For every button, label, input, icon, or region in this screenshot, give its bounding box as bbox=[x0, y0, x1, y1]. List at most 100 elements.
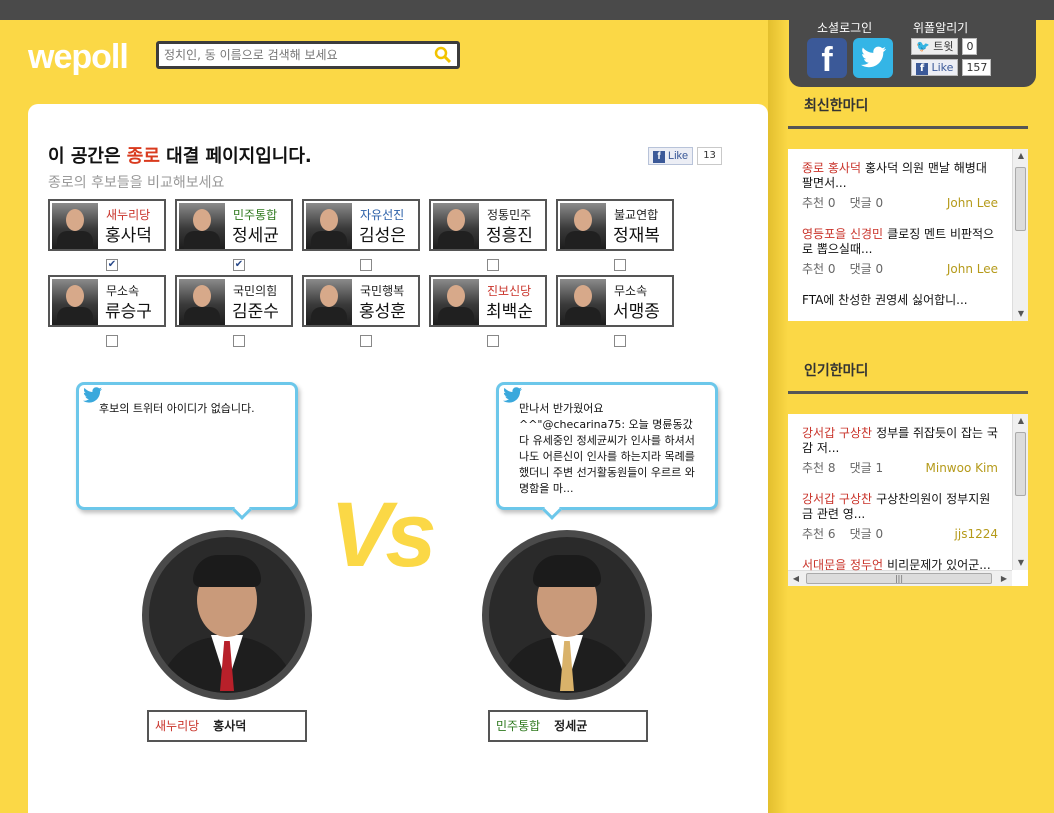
candidate-name: 정세균 bbox=[554, 719, 588, 733]
candidate-name: 홍성훈 bbox=[359, 302, 406, 322]
popular-comments-feed[interactable]: ▲ ▼ ◀ ||| ▶ 강서갑 구상찬 정부를 쥐잡듯이 잡는 국감 저... 추천… bbox=[788, 414, 1028, 586]
comment-target[interactable]: 영등포을 신경민 bbox=[802, 227, 883, 241]
social-panel: 소셜로그인 위폴알리기 f 🐦 트윗 0 f Like 157 bbox=[789, 12, 1036, 87]
candidate-card[interactable]: 무소속 류승구 bbox=[48, 275, 166, 327]
vertical-scrollbar[interactable]: ▲ ▼ bbox=[1012, 149, 1028, 321]
comment-text[interactable]: FTA에 찬성한 권영세 싫어합니... bbox=[802, 293, 998, 308]
left-candidate-portrait[interactable] bbox=[142, 530, 312, 700]
comment-target[interactable]: 서대문을 정두언 bbox=[802, 558, 883, 572]
candidate-card[interactable]: 국민의힘 김준수 bbox=[175, 275, 293, 327]
left-tweet-text: 후보의 트위터 아이디가 없습니다. bbox=[99, 402, 255, 415]
vertical-scrollbar[interactable]: ▲ ▼ bbox=[1012, 414, 1028, 570]
candidate-name: 정흥진 bbox=[486, 226, 533, 246]
comment-item[interactable]: 강서갑 구상찬 정부를 쥐잡듯이 잡는 국감 저... 추천 8 댓글 1 Minwoo… bbox=[802, 426, 998, 476]
tweet-widget[interactable]: 🐦 트윗 0 bbox=[911, 38, 978, 55]
comment-target[interactable]: 강서갑 구상찬 bbox=[802, 492, 872, 506]
twitter-login-icon[interactable] bbox=[853, 38, 893, 78]
candidate-card[interactable]: 무소속 서맹종 bbox=[556, 275, 674, 327]
scroll-left-arrow[interactable]: ◀ bbox=[788, 571, 804, 586]
comment-item[interactable]: 강서갑 구상찬 구상찬의원이 정부지원금 관련 영... 추천 6 댓글 0 jjs12… bbox=[802, 492, 998, 542]
comment-item[interactable]: 종로 홍사덕 홍사덕 의원 맨날 해병대 팔면서... 추천 0 댓글 0 John L… bbox=[802, 161, 998, 211]
candidate-card[interactable]: 국민행복 홍성훈 bbox=[302, 275, 420, 327]
candidate-card[interactable]: 자유선진 김성은 bbox=[302, 199, 420, 251]
scroll-up-arrow[interactable]: ▲ bbox=[1013, 149, 1028, 163]
photo-suit bbox=[565, 307, 601, 325]
like-widget[interactable]: f Like 157 bbox=[911, 59, 992, 76]
candidate-card[interactable]: 정통민주 정흥진 bbox=[429, 199, 547, 251]
facebook-like-button[interactable]: f Like bbox=[911, 59, 959, 76]
region-name: 종로 bbox=[126, 146, 160, 167]
comment-item[interactable]: FTA에 찬성한 권영세 싫어합니... bbox=[802, 293, 998, 308]
scroll-down-arrow[interactable]: ▼ bbox=[1013, 556, 1028, 570]
bubble-tail bbox=[232, 500, 252, 520]
facebook-like-button[interactable]: f Like bbox=[648, 146, 694, 165]
candidate-card[interactable]: 새누리당 홍사덕 bbox=[48, 199, 166, 251]
candidate-name: 홍사덕 bbox=[105, 226, 152, 246]
photo-suit bbox=[438, 307, 474, 325]
scroll-thumb[interactable]: ||| bbox=[806, 573, 992, 584]
candidate-checkbox[interactable]: ✔ bbox=[106, 259, 118, 271]
comment-author[interactable]: Minwoo Kim bbox=[926, 461, 999, 476]
facebook-icon: f bbox=[916, 63, 928, 75]
scroll-up-arrow[interactable]: ▲ bbox=[1013, 414, 1028, 428]
comment-author[interactable]: jjs1224 bbox=[955, 527, 998, 542]
scroll-thumb[interactable] bbox=[1015, 432, 1026, 496]
scroll-right-arrow[interactable]: ▶ bbox=[996, 571, 1012, 586]
left-candidate-label[interactable]: 새누리당 홍사덕 bbox=[147, 710, 307, 742]
comment-author[interactable]: John Lee bbox=[947, 262, 998, 277]
right-tweet-bubble: 만나서 반가웠어요 ^^"@checarina75: 오늘 명륜동갔다 유세중인… bbox=[496, 382, 718, 520]
candidate-checkbox[interactable] bbox=[487, 335, 499, 347]
candidate-checkbox[interactable] bbox=[614, 259, 626, 271]
candidate-party: 새누리당 bbox=[155, 719, 200, 733]
comment-text[interactable]: 서대문을 정두언 비리문제가 있어군... bbox=[802, 558, 998, 573]
candidate-checkbox[interactable] bbox=[487, 259, 499, 271]
candidate-checkbox[interactable] bbox=[360, 335, 372, 347]
search-input[interactable] bbox=[159, 44, 429, 66]
search-box[interactable] bbox=[156, 41, 460, 69]
search-icon[interactable] bbox=[434, 46, 452, 64]
right-candidate-label[interactable]: 민주통합 정세균 bbox=[488, 710, 648, 742]
candidate-card[interactable]: 민주통합 정세균 bbox=[175, 199, 293, 251]
facebook-like-widget[interactable]: f Like 13 bbox=[648, 145, 722, 165]
candidate-checkbox[interactable] bbox=[233, 335, 245, 347]
sidebar-divider bbox=[768, 20, 788, 813]
comment-meta: 추천 0 댓글 0 John Lee bbox=[802, 196, 998, 211]
candidate-card[interactable]: 불교연합 정재복 bbox=[556, 199, 674, 251]
photo-suit bbox=[565, 231, 601, 249]
candidate-card[interactable]: 진보신당 최백순 bbox=[429, 275, 547, 327]
page-title: 이 공간은 종로 대결 페이지입니다. bbox=[48, 146, 312, 167]
latest-comments-feed[interactable]: ▲ ▼ 종로 홍사덕 홍사덕 의원 맨날 해병대 팔면서... 추천 0 댓글 0 Jo… bbox=[788, 149, 1028, 321]
comment-text[interactable]: 영등포을 신경민 클로징 멘트 비판적으로 뽑으실때... bbox=[802, 227, 998, 257]
comment-text[interactable]: 종로 홍사덕 홍사덕 의원 맨날 해병대 팔면서... bbox=[802, 161, 998, 191]
comment-author[interactable]: John Lee bbox=[947, 196, 998, 211]
scroll-down-arrow[interactable]: ▼ bbox=[1013, 307, 1028, 321]
scroll-thumb[interactable] bbox=[1015, 167, 1026, 231]
comment-target[interactable]: 종로 홍사덕 bbox=[802, 161, 861, 175]
photo-face bbox=[574, 209, 592, 231]
bubble-tail bbox=[542, 500, 562, 520]
candidate-name: 최백순 bbox=[486, 302, 533, 322]
candidate-photo bbox=[560, 203, 606, 249]
photo-face bbox=[320, 209, 338, 231]
candidate-photo bbox=[560, 279, 606, 325]
comment-text[interactable]: 강서갑 구상찬 정부를 쥐잡듯이 잡는 국감 저... bbox=[802, 426, 998, 456]
photo-suit bbox=[57, 231, 93, 249]
page-subtitle: 종로의 후보들을 비교해보세요 bbox=[48, 175, 225, 191]
wepoll-logo[interactable]: wepoll bbox=[28, 38, 129, 77]
candidate-checkbox[interactable] bbox=[106, 335, 118, 347]
photo-suit bbox=[184, 307, 220, 325]
comment-item[interactable]: 영등포을 신경민 클로징 멘트 비판적으로 뽑으실때... 추천 0 댓글 0 John… bbox=[802, 227, 998, 277]
candidate-checkbox[interactable] bbox=[360, 259, 372, 271]
candidate-photo bbox=[306, 203, 352, 249]
candidate-checkbox[interactable] bbox=[614, 335, 626, 347]
comment-text[interactable]: 강서갑 구상찬 구상찬의원이 정부지원금 관련 영... bbox=[802, 492, 998, 522]
like-count: 157 bbox=[962, 59, 992, 76]
candidate-checkbox[interactable]: ✔ bbox=[233, 259, 245, 271]
photo-suit bbox=[311, 307, 347, 325]
portrait-hair bbox=[193, 555, 261, 587]
facebook-login-icon[interactable]: f bbox=[807, 38, 847, 79]
comment-item[interactable]: 서대문을 정두언 비리문제가 있어군... bbox=[802, 558, 998, 573]
comment-target[interactable]: 강서갑 구상찬 bbox=[802, 426, 872, 440]
tweet-button[interactable]: 🐦 트윗 bbox=[911, 38, 959, 55]
right-candidate-portrait[interactable] bbox=[482, 530, 652, 700]
